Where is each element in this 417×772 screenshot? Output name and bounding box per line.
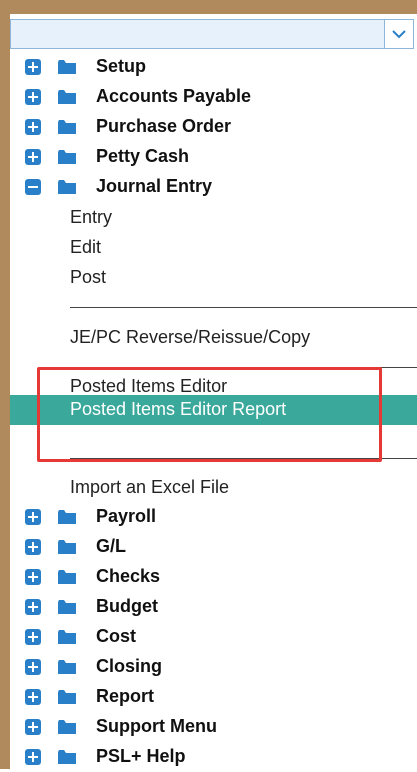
module-dropdown[interactable] [10,19,414,49]
expand-plus-icon[interactable] [25,509,41,525]
highlight-annotation [37,367,382,462]
tree-node-label: Journal Entry [96,176,213,196]
dropdown-toggle-button[interactable] [384,20,413,48]
folder-icon [58,90,76,104]
menu-item-label: Import an Excel File [70,477,230,497]
expand-plus-icon[interactable] [25,569,41,585]
tree-node-cost[interactable]: Cost [10,622,417,652]
tree-node-label: Support Menu [96,716,217,736]
tree-node-label: Cost [96,626,136,646]
menu-item-je-pc-reverse[interactable]: JE/PC Reverse/Reissue/Copy [10,322,417,352]
tree-node-label: Accounts Payable [96,86,252,106]
tree-node-label: Payroll [96,506,157,526]
expand-plus-icon[interactable] [25,629,41,645]
folder-icon [58,150,76,164]
tree-node-label: Setup [96,56,147,76]
folder-icon [58,720,76,734]
menu-separator [70,307,417,308]
expand-plus-icon[interactable] [25,539,41,555]
folder-icon [58,630,76,644]
folder-icon [58,690,76,704]
tree-node-purchase-order[interactable]: Purchase Order [10,112,417,142]
tree-node-label: Budget [96,596,158,616]
expand-plus-icon[interactable] [25,149,41,165]
expand-plus-icon[interactable] [25,659,41,675]
tree-node-support-menu[interactable]: Support Menu [10,712,417,742]
tree-node-budget[interactable]: Budget [10,592,417,622]
tree-node-label: PSL+ Help [96,746,186,766]
folder-icon [58,750,76,764]
folder-icon [58,600,76,614]
tree-node-label: Closing [96,656,162,676]
tree-node-closing[interactable]: Closing [10,652,417,682]
tree-node-label: Purchase Order [96,116,232,136]
folder-icon [58,660,76,674]
menu-item-label: Post [70,267,107,287]
tree-node-gl[interactable]: G/L [10,532,417,562]
folder-icon [58,570,76,584]
folder-icon [58,540,76,554]
menu-item-label: Edit [70,237,102,257]
tree-node-accounts-payable[interactable]: Accounts Payable [10,82,417,112]
tree-node-checks[interactable]: Checks [10,562,417,592]
tree-node-label: Petty Cash [96,146,190,166]
tree-node-setup[interactable]: Setup [10,52,417,82]
menu-item-label: Entry [70,207,113,227]
expand-plus-icon[interactable] [25,59,41,75]
menu-item-entry[interactable]: Entry [10,202,417,232]
folder-icon [58,510,76,524]
expand-plus-icon[interactable] [25,719,41,735]
expand-plus-icon[interactable] [25,119,41,135]
collapse-minus-icon[interactable] [25,179,41,195]
menu-item-import-excel[interactable]: Import an Excel File [10,472,417,502]
menu-item-label: JE/PC Reverse/Reissue/Copy [70,327,311,347]
tree-node-label: Checks [96,566,161,586]
folder-icon [58,60,76,74]
menu-item-post[interactable]: Post [10,262,417,292]
expand-plus-icon[interactable] [25,749,41,765]
chevron-down-icon [392,29,406,38]
tree-node-label: Report [96,686,154,706]
tree-node-report[interactable]: Report [10,682,417,712]
expand-plus-icon[interactable] [25,599,41,615]
folder-icon [58,120,76,134]
tree-node-label: G/L [96,536,126,556]
tree-node-journal-entry[interactable]: Journal Entry [10,172,417,202]
window-frame-left [0,0,10,769]
expand-plus-icon[interactable] [25,89,41,105]
expand-plus-icon[interactable] [25,689,41,705]
window-frame-top [0,0,417,14]
tree-node-petty-cash[interactable]: Petty Cash [10,142,417,172]
tree-node-psl-help[interactable]: PSL+ Help [10,742,417,772]
folder-icon [58,180,76,194]
tree-node-payroll[interactable]: Payroll [10,502,417,532]
menu-item-edit[interactable]: Edit [10,232,417,262]
